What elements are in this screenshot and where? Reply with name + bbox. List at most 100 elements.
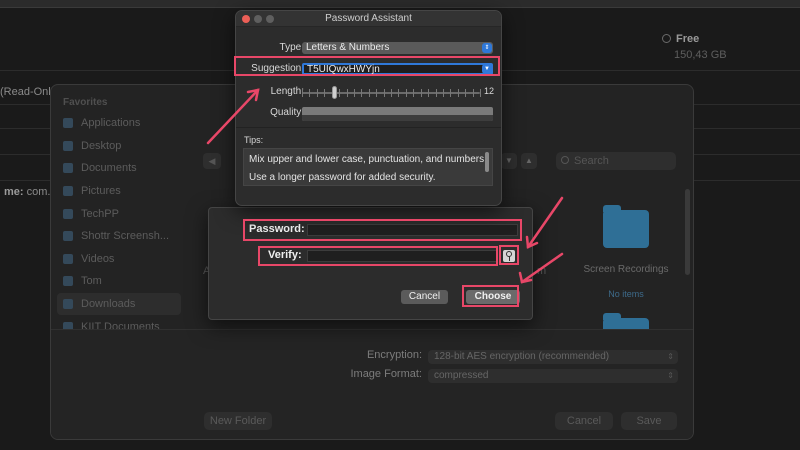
file-list-scrollbar[interactable]: [685, 189, 690, 275]
sidebar: Favorites Applications Desktop Documents Pi…: [51, 85, 187, 378]
image-format-label: Image Format:: [350, 368, 422, 380]
sidebar-item[interactable]: Applications: [51, 112, 187, 135]
sidebar-item[interactable]: Desktop: [51, 135, 187, 158]
folder-icon: [63, 231, 73, 242]
sidebar-item[interactable]: Documents: [51, 157, 187, 180]
videos-icon: [63, 253, 73, 264]
slider-tick: [361, 89, 363, 97]
quality-label: Quality:: [270, 107, 304, 118]
slider-tick: [465, 89, 467, 97]
cancel-button[interactable]: Cancel: [401, 290, 448, 304]
choose-button[interactable]: Choose: [466, 290, 520, 304]
tip-item: Use a longer password for added security…: [249, 172, 436, 183]
save-button[interactable]: Save: [621, 412, 677, 430]
password-sheet: Password: Verify: Cancel Choose: [208, 207, 533, 320]
home-icon: [63, 276, 73, 287]
slider-tick: [339, 89, 341, 97]
quality-meter: [302, 107, 493, 121]
slider-tick: [435, 89, 437, 97]
slider-tick: [368, 89, 370, 97]
sidebar-item[interactable]: Shottr Screensh...: [51, 225, 187, 248]
free-radio-icon: [662, 34, 671, 43]
desktop-icon: [63, 140, 73, 151]
password-assistant-titlebar: Password Assistant: [236, 11, 501, 27]
sidebar-item-label: TechPP: [81, 207, 119, 220]
slider-tick: [383, 89, 385, 97]
slider-tick: [413, 89, 415, 97]
screen-recordings-folder-icon[interactable]: [603, 205, 649, 248]
password-assistant-window: Password Assistant Type: Letters & Numbe…: [235, 10, 502, 206]
sidebar-item-label: Tom: [81, 275, 102, 288]
select-arrows-icon: ⇕: [667, 371, 674, 380]
cancel-button[interactable]: Cancel: [555, 412, 613, 430]
slider-tick: [428, 89, 430, 97]
slider-tick: [420, 89, 422, 97]
slider-tick: [480, 89, 481, 97]
image-format-select[interactable]: compressed ⇕: [428, 369, 678, 383]
downloads-icon: [63, 299, 73, 310]
sidebar-item[interactable]: Downloads: [57, 292, 181, 316]
sidebar-item[interactable]: TechPP: [51, 202, 187, 225]
slider-tick: [442, 89, 444, 97]
sidebar-item[interactable]: Videos: [51, 248, 187, 271]
folder-item-count: No items: [608, 289, 644, 299]
sidebar-item-label: Pictures: [81, 185, 121, 198]
tip-item: Mix upper and lower case, punctuation, a…: [249, 154, 487, 165]
sidebar-item[interactable]: Pictures: [51, 180, 187, 203]
window-title: Password Assistant: [325, 13, 412, 24]
suggestion-label: Suggestion:: [251, 63, 304, 74]
documents-icon: [63, 163, 73, 174]
key-icon[interactable]: [503, 250, 515, 262]
background-window-titlebar: [0, 0, 800, 8]
slider-tick: [346, 89, 348, 97]
length-slider[interactable]: [302, 86, 481, 99]
slider-tick: [376, 89, 378, 97]
popup-arrows-icon: ⇕: [482, 43, 492, 53]
partial-item-label: m: [537, 265, 547, 277]
select-arrows-icon: ⇕: [667, 352, 674, 361]
suggestion-combo[interactable]: T5UIQwxHWYjn ▼: [302, 63, 493, 75]
collapse-button[interactable]: ▲: [521, 153, 537, 169]
pictures-icon: [63, 186, 73, 197]
search-icon: [561, 156, 569, 164]
new-folder-button[interactable]: New Folder: [204, 412, 272, 430]
folder-name: Screen Recordings: [583, 264, 669, 275]
tips-label: Tips:: [244, 135, 264, 145]
slider-tick: [450, 89, 452, 97]
length-label: Length:: [270, 86, 304, 97]
encryption-label: Encryption:: [366, 349, 422, 361]
password-field[interactable]: [307, 224, 518, 236]
slider-tick: [309, 89, 311, 97]
options-panel: Encryption: 128-bit AES encryption (reco…: [51, 329, 693, 439]
verify-field[interactable]: [307, 250, 497, 262]
sidebar-item-label: Documents: [81, 162, 137, 175]
search-input[interactable]: Search: [556, 152, 676, 170]
applications-icon: [63, 118, 73, 129]
name-field-label: me: com.a: [4, 186, 57, 198]
encryption-select[interactable]: 128-bit AES encryption (recommended) ⇕: [428, 350, 678, 364]
type-label: Type:: [279, 42, 304, 53]
slider-tick: [302, 89, 303, 97]
slider-knob[interactable]: [332, 86, 338, 99]
slider-tick: [405, 89, 407, 97]
slider-tick: [391, 89, 392, 97]
type-select[interactable]: Letters & Numbers ⇕: [302, 42, 493, 54]
free-space-option[interactable]: Free 150,43 GB: [662, 33, 727, 61]
divider: [236, 127, 501, 128]
sidebar-item-label: Shottr Screensh...: [81, 230, 170, 243]
expand-button[interactable]: ▼: [501, 153, 517, 169]
password-label: Password:: [249, 223, 305, 235]
sidebar-item-label: Videos: [81, 252, 115, 265]
sidebar-item-label: Desktop: [81, 139, 122, 152]
free-size-value: 150,43 GB: [674, 49, 727, 61]
verify-label: Verify:: [268, 249, 302, 261]
sidebar-item-label: Applications: [81, 117, 141, 130]
slider-tick: [472, 89, 474, 97]
back-button[interactable]: ◀: [203, 153, 221, 169]
sidebar-section-favorites: Favorites: [63, 97, 108, 108]
sidebar-item-label: Downloads: [81, 298, 136, 311]
tips-scrollbar[interactable]: [485, 152, 489, 172]
slider-tick: [324, 89, 326, 97]
slider-tick: [457, 89, 459, 97]
sidebar-item[interactable]: Tom: [51, 270, 187, 293]
